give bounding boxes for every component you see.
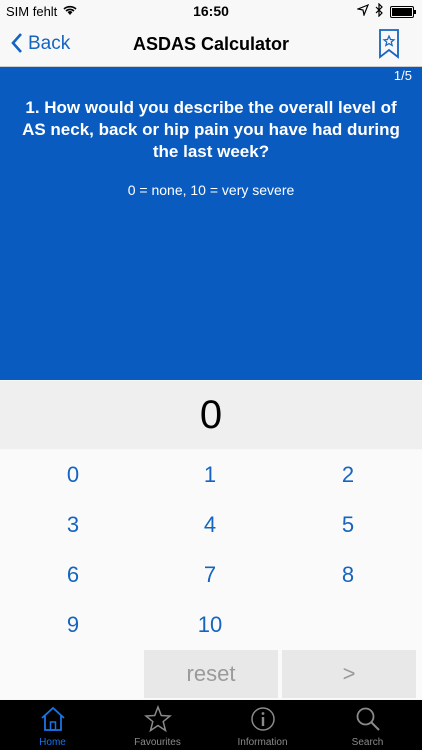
key-6[interactable]: 6	[3, 550, 143, 600]
tab-search[interactable]: Search	[315, 700, 420, 750]
key-9[interactable]: 9	[3, 600, 143, 650]
value-display: 0	[0, 381, 422, 449]
key-3[interactable]: 3	[3, 500, 143, 550]
question-scale: 0 = none, 10 = very severe	[127, 182, 295, 198]
keypad: 0 1 2 3 4 5 6 7 8 9 10 reset >	[0, 450, 422, 699]
bluetooth-icon	[375, 2, 384, 20]
tab-favourites-label: Favourites	[134, 737, 181, 748]
tab-home-label: Home	[39, 737, 66, 748]
question-panel: 1/5 1. How would you describe the overal…	[0, 67, 422, 380]
page-title: ASDAS Calculator	[132, 34, 290, 54]
home-icon	[38, 705, 68, 733]
navigation-bar: Back ASDAS Calculator	[0, 22, 422, 67]
tab-bar: Home Favourites Information Search	[0, 700, 422, 750]
star-icon	[143, 704, 173, 733]
tab-home[interactable]: Home	[0, 700, 105, 750]
search-icon	[353, 705, 383, 733]
question-counter: 1/5	[393, 68, 412, 83]
info-icon	[248, 705, 278, 733]
location-icon	[355, 3, 370, 19]
key-0[interactable]: 0	[3, 450, 143, 500]
next-button[interactable]: >	[282, 650, 416, 698]
status-bar: SIM fehlt 16:50	[0, 0, 422, 22]
key-10[interactable]: 10	[140, 600, 280, 650]
key-4[interactable]: 4	[140, 500, 280, 550]
tab-information-label: Information	[237, 737, 288, 748]
key-5[interactable]: 5	[278, 500, 418, 550]
tab-favourites[interactable]: Favourites	[105, 700, 210, 750]
battery-icon	[390, 5, 416, 18]
key-2[interactable]: 2	[278, 450, 418, 500]
reset-button[interactable]: reset	[144, 650, 278, 698]
key-1[interactable]: 1	[140, 450, 280, 500]
question-text: 1. How would you describe the overall le…	[22, 98, 400, 161]
key-7[interactable]: 7	[140, 550, 280, 600]
tab-search-label: Search	[351, 737, 384, 748]
bookmark-star-icon[interactable]	[378, 29, 400, 59]
tab-information[interactable]: Information	[210, 700, 315, 750]
key-8[interactable]: 8	[278, 550, 418, 600]
